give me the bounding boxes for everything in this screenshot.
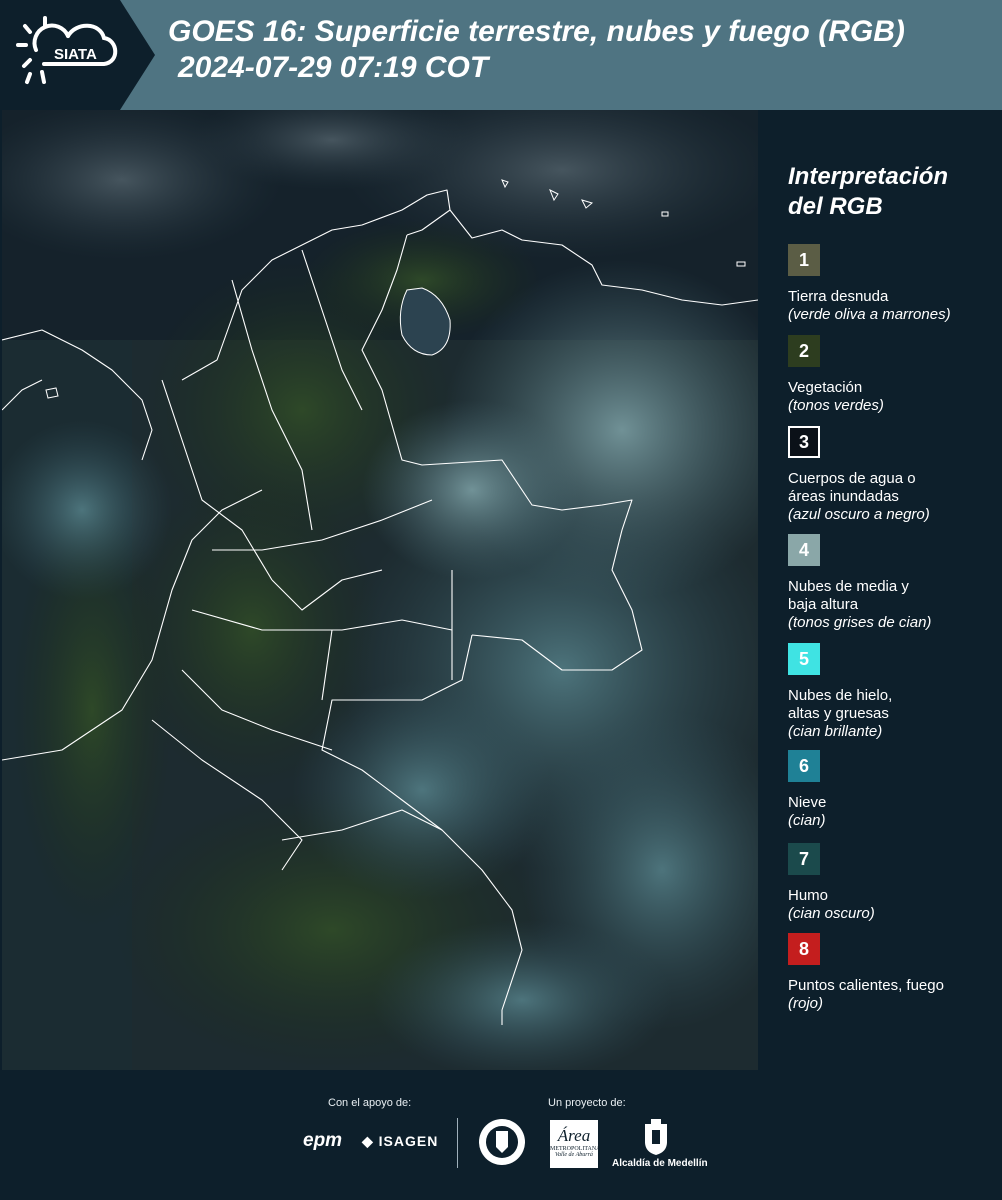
- legend-item-label: Nubes de hielo, altas y gruesas: [788, 687, 892, 723]
- legend-item-line: áreas inundadas: [788, 488, 899, 505]
- university-seal-logo: [479, 1119, 525, 1165]
- legend-item-note: (rojo): [788, 995, 824, 1012]
- legend-swatch: 1: [788, 244, 820, 276]
- isagen-mark-icon: ◆: [362, 1133, 374, 1149]
- area-logo-sub-2: Valle de Aburrá: [555, 1152, 593, 1158]
- legend-swatch: 6: [788, 750, 820, 782]
- legend-item-note: (verde oliva a marrones): [788, 306, 951, 323]
- legend-item: 8 Puntos calientes, fuego (rojo): [788, 933, 944, 1013]
- legend-item-label: Tierra desnuda: [788, 288, 951, 306]
- page-title: GOES 16: Superficie terrestre, nubes y f…: [168, 14, 905, 86]
- legend-item-line: Puntos calientes, fuego: [788, 977, 944, 994]
- legend-item: 1 Tierra desnuda (verde oliva a marrones): [788, 244, 951, 324]
- legend-item-note: (cian): [788, 812, 826, 829]
- legend-swatch: 2: [788, 335, 820, 367]
- medellin-crest-icon: [645, 1119, 667, 1155]
- siata-logo-text: SIATA: [54, 46, 97, 63]
- area-logo-text: Área: [557, 1126, 591, 1145]
- legend-item: 7 Humo (cian oscuro): [788, 843, 875, 923]
- title-line-2: 2024-07-29 07:19 COT: [178, 51, 489, 84]
- legend-item-label: Vegetación: [788, 379, 884, 397]
- legend-swatch: 8: [788, 933, 820, 965]
- header-bar: SIATA GOES 16: Superficie terrestre, nub…: [0, 0, 1002, 110]
- legend-item-note: (cian brillante): [788, 723, 883, 740]
- isagen-logo-text: ISAGEN: [378, 1133, 439, 1149]
- project-label: Un proyecto de:: [548, 1097, 626, 1109]
- legend-item-line: Nubes de hielo,: [788, 687, 893, 704]
- legend-item-label: Nubes de media y baja altura: [788, 578, 931, 614]
- legend-item: 4 Nubes de media y baja altura (tonos grise…: [788, 534, 931, 632]
- alcaldia-label: Alcaldía de Medellín: [612, 1158, 708, 1169]
- legend-item-label: Humo: [788, 887, 875, 905]
- legend-item-line: Tierra desnuda: [788, 288, 889, 305]
- legend-item-note: (cian oscuro): [788, 905, 875, 922]
- legend-swatch: 4: [788, 534, 820, 566]
- legend-item: 3 Cuerpos de agua o áreas inundadas (azul o…: [788, 426, 930, 524]
- epm-logo: epm: [303, 1130, 343, 1151]
- legend-item-label: Cuerpos de agua o áreas inundadas: [788, 470, 930, 506]
- legend-item: 6 Nieve (cian): [788, 750, 826, 830]
- isagen-logo: ◆ ISAGEN: [362, 1133, 438, 1150]
- support-label: Con el apoyo de:: [328, 1097, 412, 1109]
- title-line-1: GOES 16: Superficie terrestre, nubes y f…: [168, 15, 905, 48]
- siata-logo: SIATA: [0, 0, 155, 110]
- legend-item-note: (azul oscuro a negro): [788, 506, 930, 523]
- legend-item-label: Nieve: [788, 794, 826, 812]
- legend-item-label: Puntos calientes, fuego: [788, 977, 944, 995]
- legend-item: 5 Nubes de hielo, altas y gruesas (cian bri…: [788, 643, 892, 741]
- legend-item-line: baja altura: [788, 596, 859, 613]
- legend-item-line: Vegetación: [788, 379, 863, 396]
- satellite-map: [2, 110, 758, 1070]
- footer-divider: [457, 1118, 458, 1168]
- legend-title: Interpretación del RGB: [788, 162, 948, 222]
- legend-item-line: Nubes de media y: [788, 578, 909, 595]
- legend-item: 2 Vegetación (tonos verdes): [788, 335, 884, 415]
- legend-swatch: 5: [788, 643, 820, 675]
- legend-item-line: altas y gruesas: [788, 705, 889, 722]
- area-metropolitana-logo: Área METROPOLITANA Valle de Aburrá: [550, 1120, 601, 1168]
- legend-title-line-2: del RGB: [788, 193, 883, 220]
- legend-item-note: (tonos verdes): [788, 397, 884, 414]
- legend-item-line: Nieve: [788, 794, 827, 811]
- legend-item-line: Humo: [788, 887, 829, 904]
- legend-item-note: (tonos grises de cian): [788, 614, 932, 631]
- legend-item-line: Cuerpos de agua o: [788, 470, 916, 487]
- legend-title-line-1: Interpretación: [788, 163, 949, 190]
- legend-swatch: 3: [788, 426, 820, 458]
- legend-swatch: 7: [788, 843, 820, 875]
